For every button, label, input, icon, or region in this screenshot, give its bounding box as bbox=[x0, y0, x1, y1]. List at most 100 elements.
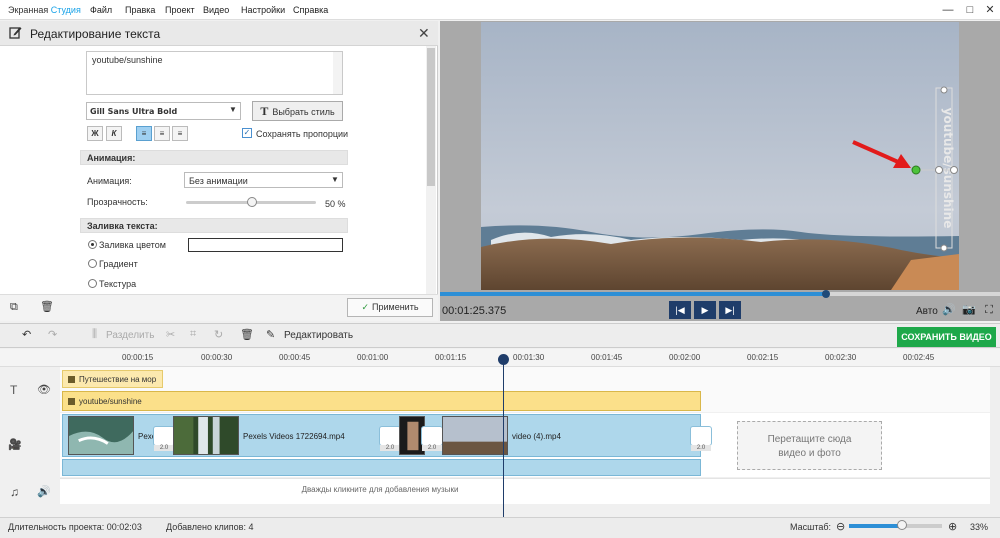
text-clip-icon bbox=[68, 376, 75, 383]
tick-label: 00:02:30 bbox=[825, 353, 857, 362]
animation-select[interactable]: Без анимации bbox=[184, 172, 343, 188]
save-video-button[interactable]: СОХРАНИТЬ ВИДЕО bbox=[897, 327, 996, 347]
clip-label: video (4).mp4 bbox=[512, 432, 561, 441]
split-icon[interactable]: ⫼ bbox=[92, 328, 97, 341]
minimize-button[interactable]: — bbox=[940, 3, 956, 17]
opacity-value: 50 % bbox=[325, 199, 346, 209]
tick-label: 00:02:45 bbox=[903, 353, 935, 362]
chevron-down-icon: ▼ bbox=[331, 175, 339, 184]
tick-label: 00:00:30 bbox=[201, 353, 233, 362]
eye-icon[interactable]: 👁 bbox=[37, 383, 51, 396]
tick-label: 00:01:30 bbox=[513, 353, 545, 362]
camera-icon[interactable]: 📷 bbox=[962, 303, 976, 317]
align-left-button[interactable]: ≡ bbox=[136, 126, 152, 141]
apply-button[interactable]: ✓ Применить bbox=[347, 298, 433, 317]
menu-file[interactable]: Файл bbox=[90, 5, 112, 15]
choose-style-button[interactable]: T Выбрать стиль bbox=[252, 101, 343, 121]
menu-settings[interactable]: Настройки bbox=[241, 5, 285, 15]
fill-gradient-radio[interactable] bbox=[88, 259, 97, 268]
edit-clip-icon[interactable]: ✎ bbox=[266, 328, 275, 341]
edit-button[interactable]: Редактировать bbox=[284, 330, 353, 341]
split-button[interactable]: Разделить bbox=[106, 330, 154, 341]
tick-label: 00:02:00 bbox=[669, 353, 701, 362]
playhead-handle[interactable] bbox=[498, 354, 509, 365]
rotate-icon[interactable]: ↻ bbox=[214, 328, 223, 341]
trash-icon[interactable]: 🗑 bbox=[40, 300, 54, 313]
fill-gradient-label: Градиент bbox=[99, 259, 138, 269]
opacity-slider-knob[interactable] bbox=[247, 197, 257, 207]
cut-icon[interactable]: ✂ bbox=[166, 328, 175, 341]
text-clip[interactable]: Путешествие на мор bbox=[62, 370, 163, 388]
tick-label: 00:01:15 bbox=[435, 353, 467, 362]
delete-icon[interactable]: 🗑 bbox=[240, 328, 254, 341]
playback-progress-knob[interactable] bbox=[822, 290, 830, 298]
playhead[interactable] bbox=[503, 358, 504, 518]
crop-icon[interactable]: ⌗ bbox=[190, 328, 196, 341]
skip-back-button[interactable]: |◀ bbox=[669, 301, 691, 319]
video-preview[interactable]: youtube/sunshine bbox=[481, 22, 959, 290]
tick-label: 00:02:15 bbox=[747, 353, 779, 362]
transition-icon[interactable] bbox=[690, 426, 712, 446]
app-title-part1: Экранная bbox=[8, 5, 51, 15]
zoom-in-icon[interactable]: ⊕ bbox=[948, 520, 957, 533]
redo-icon[interactable]: ↷ bbox=[48, 328, 57, 341]
fill-texture-label: Текстура bbox=[99, 279, 137, 289]
video-track-icon: 🎥 bbox=[8, 439, 22, 451]
volume-track-icon[interactable]: 🔊 bbox=[37, 485, 51, 498]
text-clip-icon bbox=[68, 398, 75, 405]
font-select[interactable]: Gill Sans Ultra Bold bbox=[86, 102, 241, 120]
music-track-icon: ♫ bbox=[10, 485, 19, 499]
fill-color-label: Заливка цветом bbox=[99, 240, 166, 250]
fill-color-radio[interactable] bbox=[88, 240, 97, 249]
menu-project[interactable]: Проект bbox=[165, 5, 195, 15]
media-dropzone[interactable]: Перетащите сюда видео и фото bbox=[737, 421, 882, 470]
skip-forward-button[interactable]: ▶| bbox=[719, 301, 741, 319]
clip-thumbnail[interactable] bbox=[442, 416, 508, 455]
text-track-icon: T bbox=[10, 383, 18, 397]
maximize-button[interactable]: □ bbox=[962, 3, 978, 17]
fill-texture-radio[interactable] bbox=[88, 279, 97, 288]
menu-edit[interactable]: Правка bbox=[125, 5, 155, 15]
volume-icon[interactable]: 🔊 bbox=[942, 303, 956, 317]
zoom-slider-knob[interactable] bbox=[897, 520, 907, 530]
text-input[interactable]: youtube/sunshine bbox=[86, 51, 343, 95]
fullscreen-icon[interactable]: ⛶ bbox=[982, 303, 996, 317]
undo-icon[interactable]: ↶ bbox=[22, 328, 31, 341]
playback-progress-fill bbox=[440, 292, 826, 296]
text-clip[interactable]: youtube/sunshine bbox=[62, 391, 701, 411]
close-window-button[interactable]: ✕ bbox=[982, 3, 998, 17]
chevron-down-icon: ▼ bbox=[229, 105, 237, 114]
transition-duration: 2.0 bbox=[154, 445, 174, 451]
align-right-button[interactable]: ≡ bbox=[172, 126, 188, 141]
transition-icon[interactable] bbox=[421, 426, 443, 446]
clip-thumbnail[interactable] bbox=[68, 416, 134, 455]
bold-button[interactable]: Ж bbox=[87, 126, 103, 141]
clip-thumbnail[interactable] bbox=[173, 416, 239, 455]
transition-icon[interactable] bbox=[153, 426, 175, 446]
transition-icon[interactable] bbox=[379, 426, 401, 446]
timeline-scrollbar[interactable] bbox=[990, 367, 1000, 517]
animation-section-header: Анимация: bbox=[80, 150, 348, 165]
fill-color-swatch[interactable] bbox=[188, 238, 343, 252]
panel-scrollbar-thumb[interactable] bbox=[427, 48, 435, 186]
check-icon: ✓ bbox=[361, 302, 370, 312]
menu-help[interactable]: Справка bbox=[293, 5, 328, 15]
panel-title: Редактирование текста bbox=[30, 27, 161, 41]
keep-proportions-label: Сохранять пропорции bbox=[256, 129, 349, 139]
menu-video[interactable]: Видео bbox=[203, 5, 229, 15]
italic-button[interactable]: К bbox=[106, 126, 122, 141]
keep-proportions-checkbox[interactable]: ✓ bbox=[242, 128, 252, 138]
text-clip-label: Путешествие на мор bbox=[79, 375, 157, 384]
dropzone-text: Перетащите сюда видео и фото bbox=[767, 434, 852, 459]
duplicate-icon[interactable]: ⧉ bbox=[10, 301, 18, 314]
align-center-button[interactable]: ≡ bbox=[154, 126, 170, 141]
project-duration: Длительность проекта: 00:02:03 bbox=[8, 522, 142, 532]
audio-clips-strip[interactable] bbox=[62, 459, 701, 476]
zoom-out-icon[interactable]: ⊖ bbox=[836, 520, 845, 533]
aspect-auto-label[interactable]: Авто bbox=[916, 306, 938, 317]
close-panel-icon[interactable]: ✕ bbox=[418, 25, 430, 42]
play-button[interactable]: ▶ bbox=[694, 301, 716, 319]
text-input-scrollbar[interactable] bbox=[333, 52, 342, 94]
zoom-value: 33% bbox=[970, 522, 989, 532]
clip-label: Pexels Videos 1722694.mp4 bbox=[243, 432, 345, 441]
